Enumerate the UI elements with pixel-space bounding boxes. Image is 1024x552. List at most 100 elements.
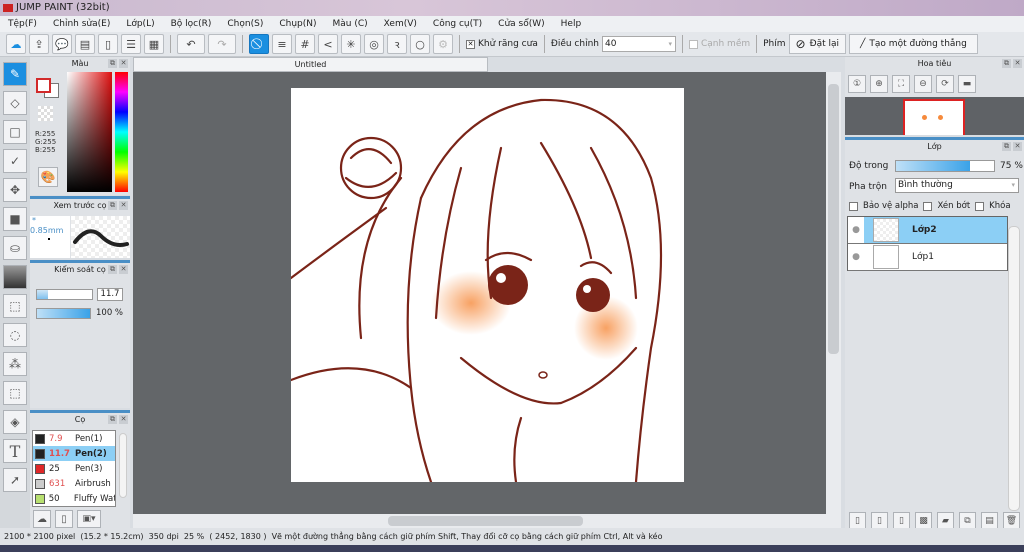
lock-checkbox[interactable] <box>975 201 985 211</box>
perspective-icon[interactable]: < <box>318 34 338 54</box>
brush-item[interactable]: 631 Airbrush <box>33 476 115 491</box>
new-brush-icon[interactable]: ▯ <box>55 510 73 528</box>
radial-icon[interactable]: ✳ <box>341 34 361 54</box>
bucket-tool-icon[interactable]: ⛀ <box>3 236 27 260</box>
ellipse-icon[interactable]: ○ <box>410 34 430 54</box>
move-tool-icon[interactable]: ✥ <box>3 178 27 202</box>
new-folder-icon[interactable]: ▰ <box>937 512 954 529</box>
transparent-swatch[interactable] <box>38 106 53 121</box>
zoom-actual-icon[interactable]: ① <box>848 75 866 93</box>
visibility-icon[interactable]: ● <box>848 217 864 243</box>
brush-tool-icon[interactable]: ✎ <box>3 62 27 86</box>
redo-icon[interactable]: ↷ <box>208 34 236 54</box>
operation-tool-icon[interactable]: ➚ <box>3 468 27 492</box>
new-vector-layer-icon[interactable]: ▯ <box>871 512 888 529</box>
straight-line-button[interactable]: ╱ Tạo một đường thẳng <box>849 34 978 54</box>
magic-wand-tool-icon[interactable]: ⁂ <box>3 352 27 376</box>
vertical-scrollbar[interactable] <box>826 72 841 514</box>
soft-edge-checkbox[interactable] <box>688 39 698 49</box>
delete-layer-icon[interactable]: 🗑 <box>1003 512 1020 529</box>
eraser-tool-icon[interactable]: ◇ <box>3 91 27 115</box>
menu-window[interactable]: Cửa sổ(W) <box>490 16 552 32</box>
rect-select-tool-icon[interactable]: ⬚ <box>3 294 27 318</box>
lasso-tool-icon[interactable]: ◌ <box>3 323 27 347</box>
antialias-checkbox[interactable]: ✕ <box>466 39 475 49</box>
list-icon[interactable]: ☰ <box>121 34 141 54</box>
fill-rect-tool-icon[interactable]: ■ <box>3 207 27 231</box>
parallel-lines-icon[interactable]: ≡ <box>272 34 292 54</box>
menu-file[interactable]: Tệp(F) <box>0 16 45 32</box>
drawing-canvas[interactable] <box>289 88 684 484</box>
undock-icon[interactable]: ⧉ <box>108 265 117 274</box>
menu-layer[interactable]: Lớp(L) <box>118 16 162 32</box>
document-icon[interactable]: ▯ <box>98 34 118 54</box>
curve-icon[interactable]: ꝛ <box>387 34 407 54</box>
tab-untitled[interactable]: Untitled <box>133 57 488 72</box>
new-layer-icon[interactable]: ▯ <box>849 512 866 529</box>
horizontal-scrollbar[interactable] <box>133 514 841 528</box>
message-icon[interactable]: ▤ <box>75 34 95 54</box>
select-eraser-tool-icon[interactable]: ◈ <box>3 410 27 434</box>
menu-filter[interactable]: Bộ lọc(R) <box>163 16 220 32</box>
reset-button[interactable]: ⊘ Đặt lại <box>788 34 846 54</box>
brush-menu-icon[interactable]: ▣▾ <box>77 510 101 528</box>
hue-slider[interactable] <box>115 72 128 192</box>
no-snap-icon[interactable]: ⃠ <box>249 34 269 54</box>
menu-edit[interactable]: Chỉnh sửa(E) <box>45 16 118 32</box>
concentric-icon[interactable]: ◎ <box>364 34 384 54</box>
menu-help[interactable]: Help <box>553 16 590 32</box>
saturation-value-picker[interactable] <box>67 72 112 192</box>
shape-tool-icon[interactable]: □ <box>3 120 27 144</box>
polyline-tool-icon[interactable]: ✓ <box>3 149 27 173</box>
blend-mode-select[interactable]: Bình thường ▾ <box>895 178 1019 193</box>
protect-alpha-checkbox[interactable] <box>849 201 858 211</box>
brush-item[interactable]: 7.9 Pen(1) <box>33 431 115 446</box>
comment-icon[interactable]: 💬 <box>52 34 72 54</box>
fit-screen-icon[interactable]: ⛶ <box>892 75 910 93</box>
brush-list-scrollbar[interactable] <box>119 433 127 498</box>
brush-opacity-slider[interactable] <box>36 308 91 319</box>
new-halftone-layer-icon[interactable]: ▯ <box>893 512 910 529</box>
brush-download-icon[interactable]: ☁ <box>33 510 51 528</box>
layer-opacity-slider[interactable] <box>895 160 995 172</box>
flip-icon[interactable]: ▬ <box>958 75 976 93</box>
clip-checkbox[interactable] <box>923 201 933 211</box>
undock-icon[interactable]: ⧉ <box>108 59 117 68</box>
duplicate-layer-icon[interactable]: ⧉ <box>959 512 976 529</box>
brush-item[interactable]: 11.7 Pen(2) <box>33 446 115 461</box>
undock-icon[interactable]: ⧉ <box>1002 142 1011 151</box>
layer-item[interactable]: ● Lớp1 <box>848 244 1007 271</box>
gradient-tool-icon[interactable] <box>3 265 27 289</box>
brush-item[interactable]: 50 Fluffy Wat <box>33 491 115 506</box>
undo-icon[interactable]: ↶ <box>177 34 205 54</box>
adjust-select[interactable]: 40 ▾ <box>601 36 676 52</box>
navigator-preview[interactable] <box>845 97 1024 135</box>
brush-size-field[interactable]: 11.7 <box>97 288 123 301</box>
zoom-in-icon[interactable]: ⊕ <box>870 75 888 93</box>
undock-icon[interactable]: ⧉ <box>108 201 117 210</box>
grid-icon[interactable]: # <box>295 34 315 54</box>
text-tool-icon[interactable]: T <box>3 439 27 463</box>
settings-icon[interactable]: ⚙ <box>433 34 453 54</box>
grid-edit-icon[interactable]: ▦ <box>144 34 164 54</box>
close-icon[interactable]: ✕ <box>1013 142 1022 151</box>
palette-button[interactable]: 🎨 <box>38 167 58 187</box>
menu-color[interactable]: Màu (C) <box>325 16 376 32</box>
primary-color-swatch[interactable] <box>36 78 51 93</box>
cloud-icon[interactable]: ☁ <box>6 34 26 54</box>
layer-list-scrollbar[interactable] <box>1008 226 1020 511</box>
undock-icon[interactable]: ⧉ <box>1002 59 1011 68</box>
undock-icon[interactable]: ⧉ <box>108 415 117 424</box>
brush-size-slider[interactable] <box>36 289 93 300</box>
close-icon[interactable]: ✕ <box>119 265 128 274</box>
rotate-icon[interactable]: ⟳ <box>936 75 954 93</box>
close-icon[interactable]: ✕ <box>119 59 128 68</box>
close-icon[interactable]: ✕ <box>119 201 128 210</box>
export-icon[interactable]: ⇪ <box>29 34 49 54</box>
select-pen-tool-icon[interactable]: ⬚ <box>3 381 27 405</box>
close-icon[interactable]: ✕ <box>119 415 128 424</box>
brush-item[interactable]: 25 Pen(3) <box>33 461 115 476</box>
layer-item[interactable]: ● Lớp2 <box>848 217 1007 244</box>
visibility-icon[interactable]: ● <box>848 244 864 270</box>
menu-select[interactable]: Chọn(S) <box>219 16 271 32</box>
